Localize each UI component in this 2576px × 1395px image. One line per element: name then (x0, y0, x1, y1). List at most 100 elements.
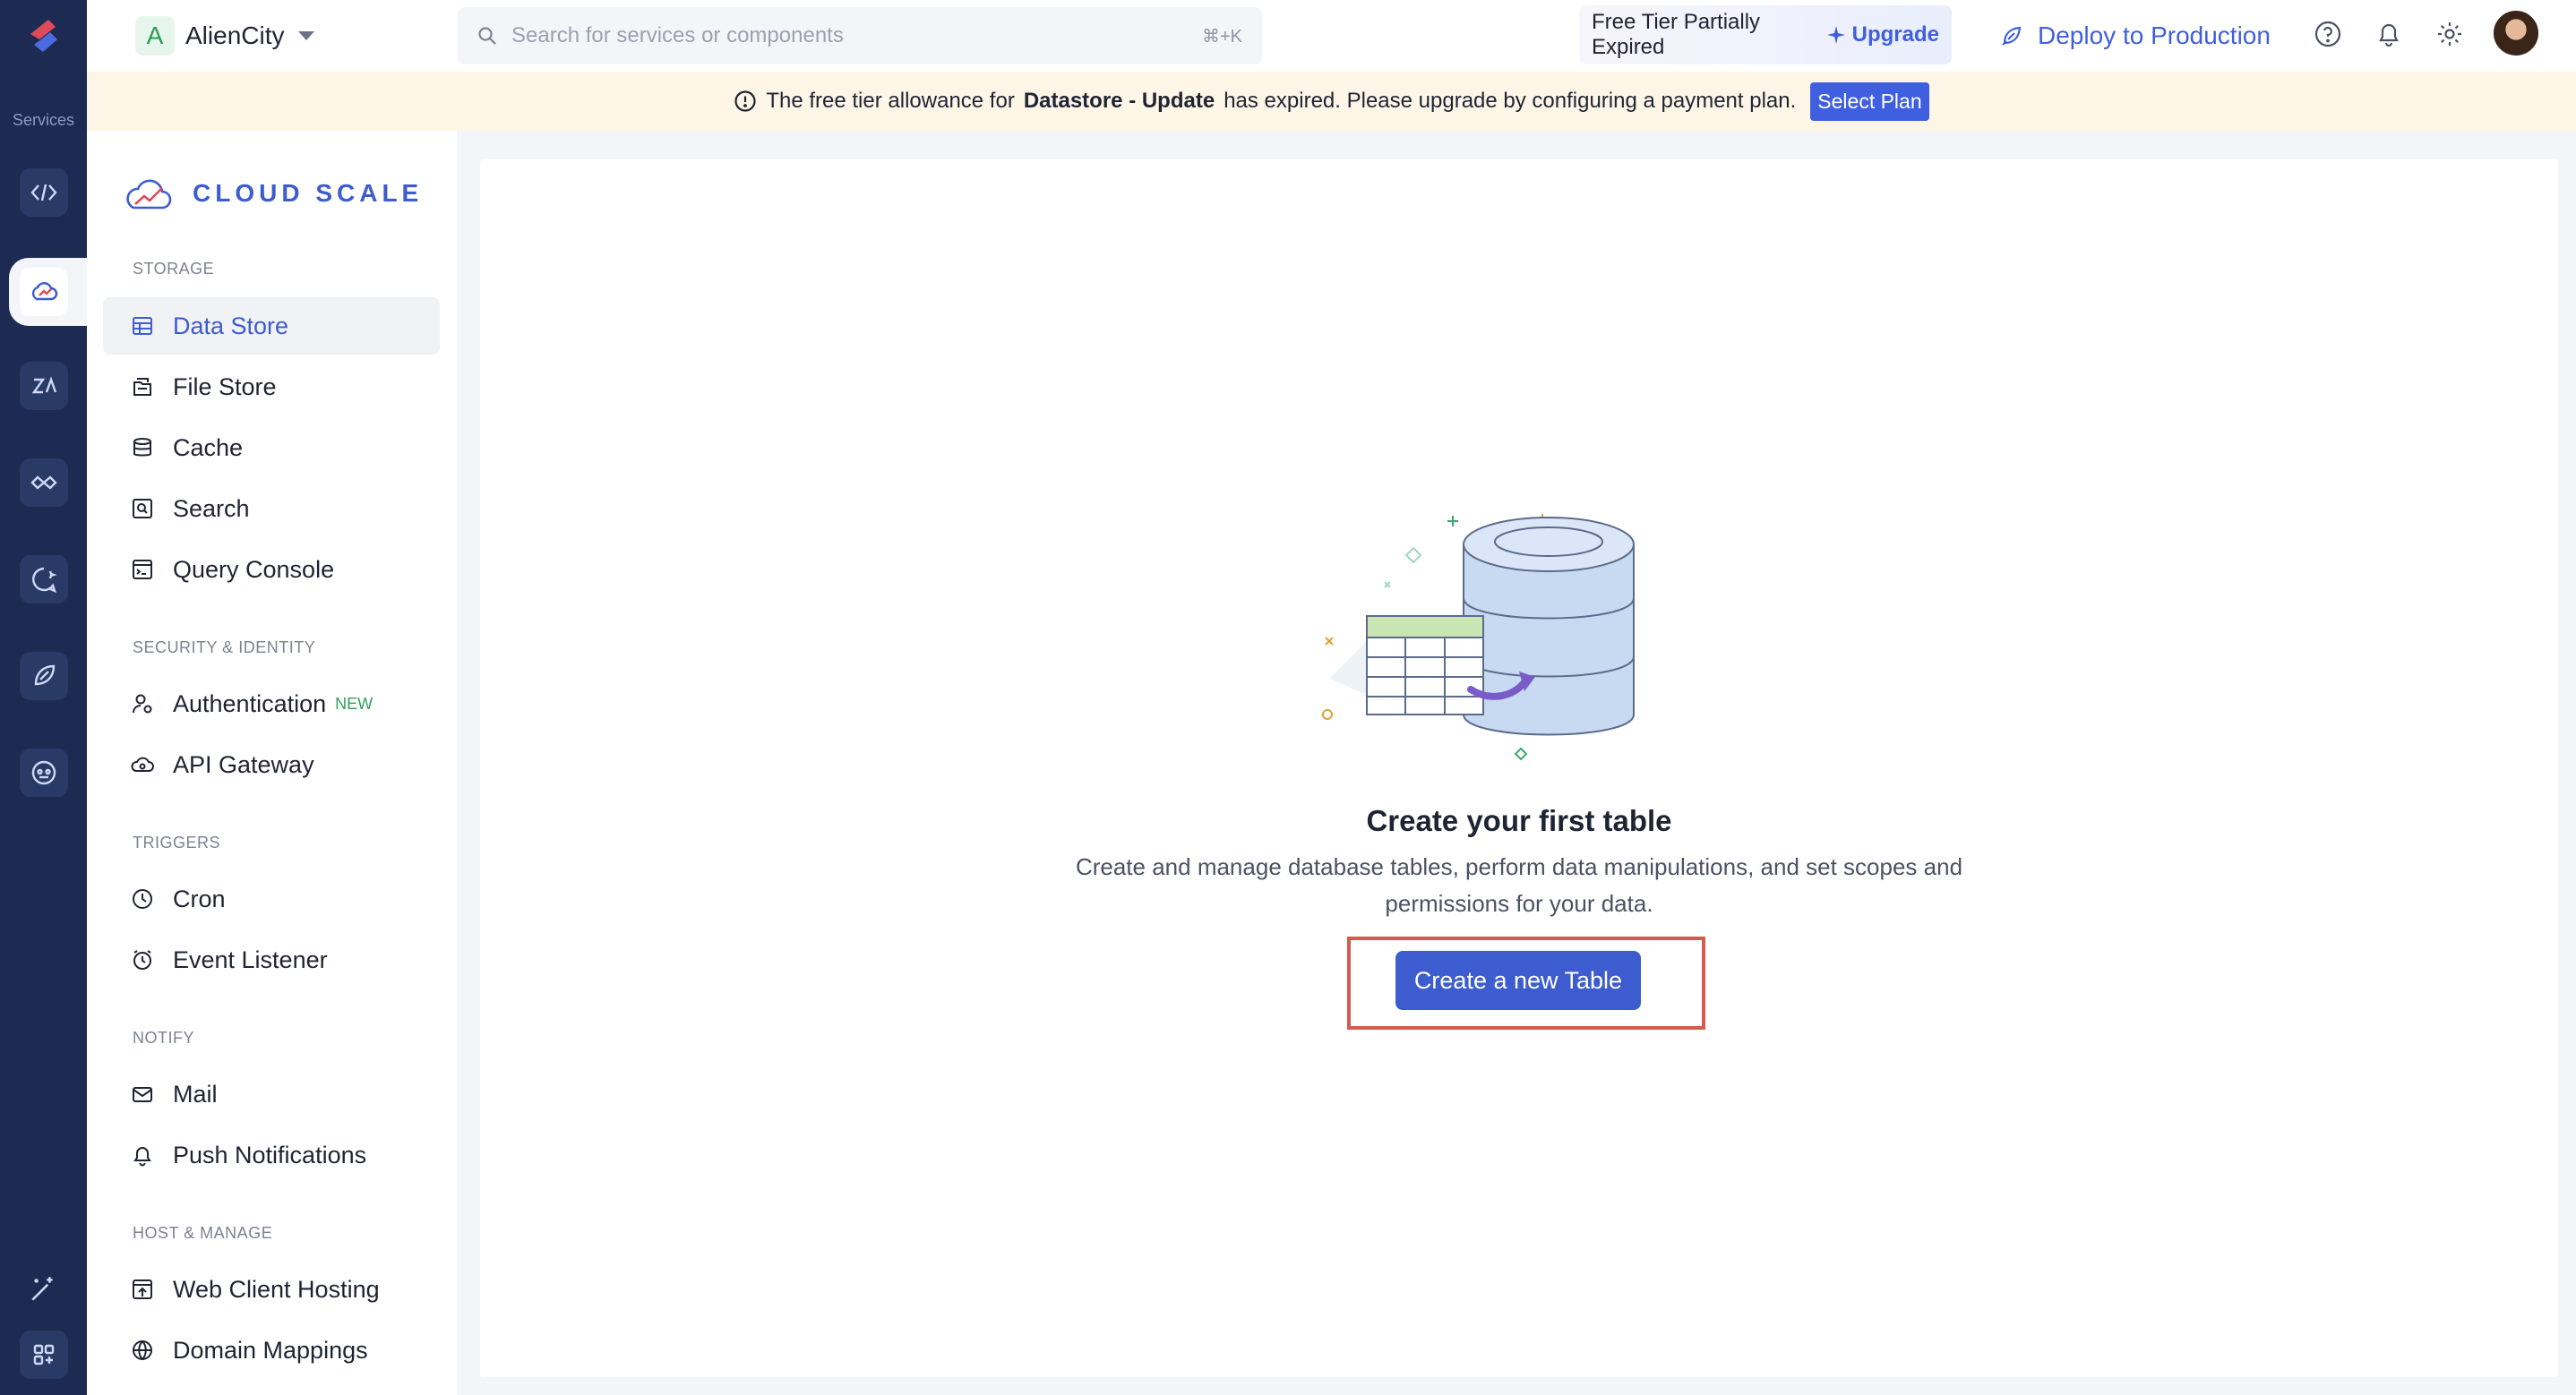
select-plan-button[interactable]: Select Plan (1810, 81, 1929, 121)
upgrade-label: Upgrade (1851, 22, 1939, 47)
rail-serverless-button[interactable] (20, 168, 68, 217)
caret-down-icon (298, 31, 315, 40)
sidebar-item-label: Cache (173, 433, 244, 461)
banner-prefix: The free tier allowance for (766, 89, 1015, 113)
cloudscale-logo-icon (126, 179, 172, 210)
sidebar-item-api-gateway[interactable]: API Gateway (103, 736, 440, 793)
warning-info-icon (734, 90, 756, 112)
sidebar-item-label: Event Listener (173, 946, 328, 973)
cloudscale-title: CLOUD SCALE (193, 179, 424, 207)
deploy-label: Deploy to Production (2038, 21, 2271, 49)
alarm-clock-icon (133, 950, 151, 970)
infinity-icon (30, 475, 57, 490)
tier-status-box: Free Tier Partially Expired Upgrade (1579, 5, 1952, 64)
services-label: Services (12, 111, 75, 129)
upgrade-link[interactable]: Upgrade (1825, 22, 1939, 47)
sidebar-item-label: Mail (173, 1080, 218, 1108)
project-name: AlienCity (185, 21, 285, 49)
expiry-banner: The free tier allowance for Datastore - … (87, 72, 2576, 131)
table-icon (133, 317, 152, 335)
magic-wand-icon[interactable] (27, 1273, 59, 1305)
rail-zia-button[interactable] (20, 362, 68, 410)
tier-status-text: Free Tier Partially Expired (1592, 10, 1761, 59)
rocket-icon (34, 664, 56, 686)
chat-sparkle-icon (32, 567, 57, 594)
section-title-triggers: TRIGGERS (133, 834, 221, 852)
code-brackets-icon (30, 184, 57, 201)
file-store-icon (133, 378, 151, 396)
sidebar-item-label: Web Client Hosting (173, 1275, 380, 1303)
sidebar-item-label: Search (173, 494, 250, 522)
search-input[interactable] (511, 23, 1202, 48)
new-badge: NEW (335, 694, 374, 713)
section-title-host-manage: HOST & MANAGE (133, 1224, 273, 1242)
sidebar: CLOUD SCALE STORAGE Data Store File Stor… (87, 131, 457, 1395)
apps-grid-icon (33, 1344, 55, 1365)
sparkle-icon (1826, 26, 1845, 44)
user-avatar[interactable] (2492, 9, 2540, 57)
user-key-icon (133, 694, 152, 714)
sidebar-item-label: Data Store (173, 312, 289, 339)
sidebar-item-cron[interactable]: Cron (103, 870, 440, 928)
console-icon (133, 560, 152, 579)
sidebar-item-label: API Gateway (173, 750, 314, 778)
sidebar-item-label: Query Console (173, 555, 335, 583)
sidebar-item-file-store[interactable]: File Store (103, 358, 440, 415)
zia-ai-icon (31, 376, 57, 394)
rail-devops-button[interactable] (20, 458, 68, 507)
sidebar-item-label: Authentication (173, 689, 327, 717)
sidebar-item-mail[interactable]: Mail (103, 1066, 440, 1123)
rail-quickml-button[interactable] (20, 749, 68, 797)
search-icon (478, 27, 496, 45)
section-title-notify: NOTIFY (133, 1029, 194, 1047)
clock-icon (133, 889, 152, 909)
database-icon (133, 438, 151, 457)
deploy-to-production-button[interactable]: Deploy to Production (1998, 13, 2271, 59)
rail-cloudscale-button[interactable] (9, 258, 87, 326)
sidebar-item-data-store[interactable]: Data Store (103, 297, 440, 355)
top-bar: A AlienCity ⌘+K Free Tier Partially Expi… (87, 0, 2576, 72)
sidebar-item-query-console[interactable]: Query Console (103, 541, 440, 598)
sidebar-item-authentication[interactable]: Authentication NEW (103, 675, 440, 732)
project-avatar: A (135, 16, 175, 56)
empty-state-description: Create and manage database tables, perfo… (1075, 853, 1963, 917)
section-title-storage: STORAGE (133, 260, 215, 278)
settings-gear-icon[interactable] (2434, 18, 2466, 50)
sidebar-item-label: Cron (173, 885, 226, 912)
service-rail: Services (0, 0, 87, 1395)
banner-suffix: has expired. Please upgrade by configuri… (1224, 89, 1797, 113)
rocket-icon (2002, 26, 2022, 46)
web-hosting-icon (133, 1279, 152, 1299)
sidebar-item-domain-mappings[interactable]: Domain Mappings (103, 1322, 440, 1379)
robot-face-icon (31, 760, 56, 785)
project-switcher[interactable]: A AlienCity (135, 16, 315, 56)
rail-apps-button[interactable] (20, 1331, 68, 1379)
sidebar-item-push-notifications[interactable]: Push Notifications (103, 1126, 440, 1184)
global-search[interactable]: ⌘+K (458, 7, 1262, 64)
sidebar-item-event-listener[interactable]: Event Listener (103, 931, 440, 988)
search-box-icon (133, 499, 152, 518)
sidebar-item-web-client-hosting[interactable]: Web Client Hosting (103, 1261, 440, 1318)
main-panel: Create your first table Create and manag… (480, 159, 2558, 1377)
banner-service: Datastore - Update (1023, 89, 1215, 113)
api-gateway-icon (131, 757, 154, 772)
sidebar-item-label: File Store (173, 372, 277, 400)
database-table-illustration (1322, 514, 1635, 761)
rail-slate-button[interactable] (20, 652, 68, 700)
rail-signals-button[interactable] (20, 555, 68, 603)
notification-bell-icon[interactable] (2373, 18, 2405, 50)
help-icon[interactable] (2312, 18, 2344, 50)
section-title-security: SECURITY & IDENTITY (133, 638, 316, 656)
create-new-table-button[interactable]: Create a new Table (1395, 951, 1641, 1010)
catalyst-logo-icon[interactable] (21, 13, 66, 57)
mail-icon (133, 1087, 152, 1102)
cloudscale-brand: CLOUD SCALE (125, 172, 423, 215)
sidebar-item-cache[interactable]: Cache (103, 419, 440, 476)
globe-icon (133, 1339, 152, 1361)
sidebar-item-label: Push Notifications (173, 1141, 367, 1168)
empty-state-title: Create your first table (1366, 804, 1672, 837)
bell-icon (133, 1147, 151, 1167)
cloud-icon (31, 282, 58, 301)
sidebar-item-label: Domain Mappings (173, 1336, 368, 1364)
sidebar-item-search[interactable]: Search (103, 480, 440, 537)
